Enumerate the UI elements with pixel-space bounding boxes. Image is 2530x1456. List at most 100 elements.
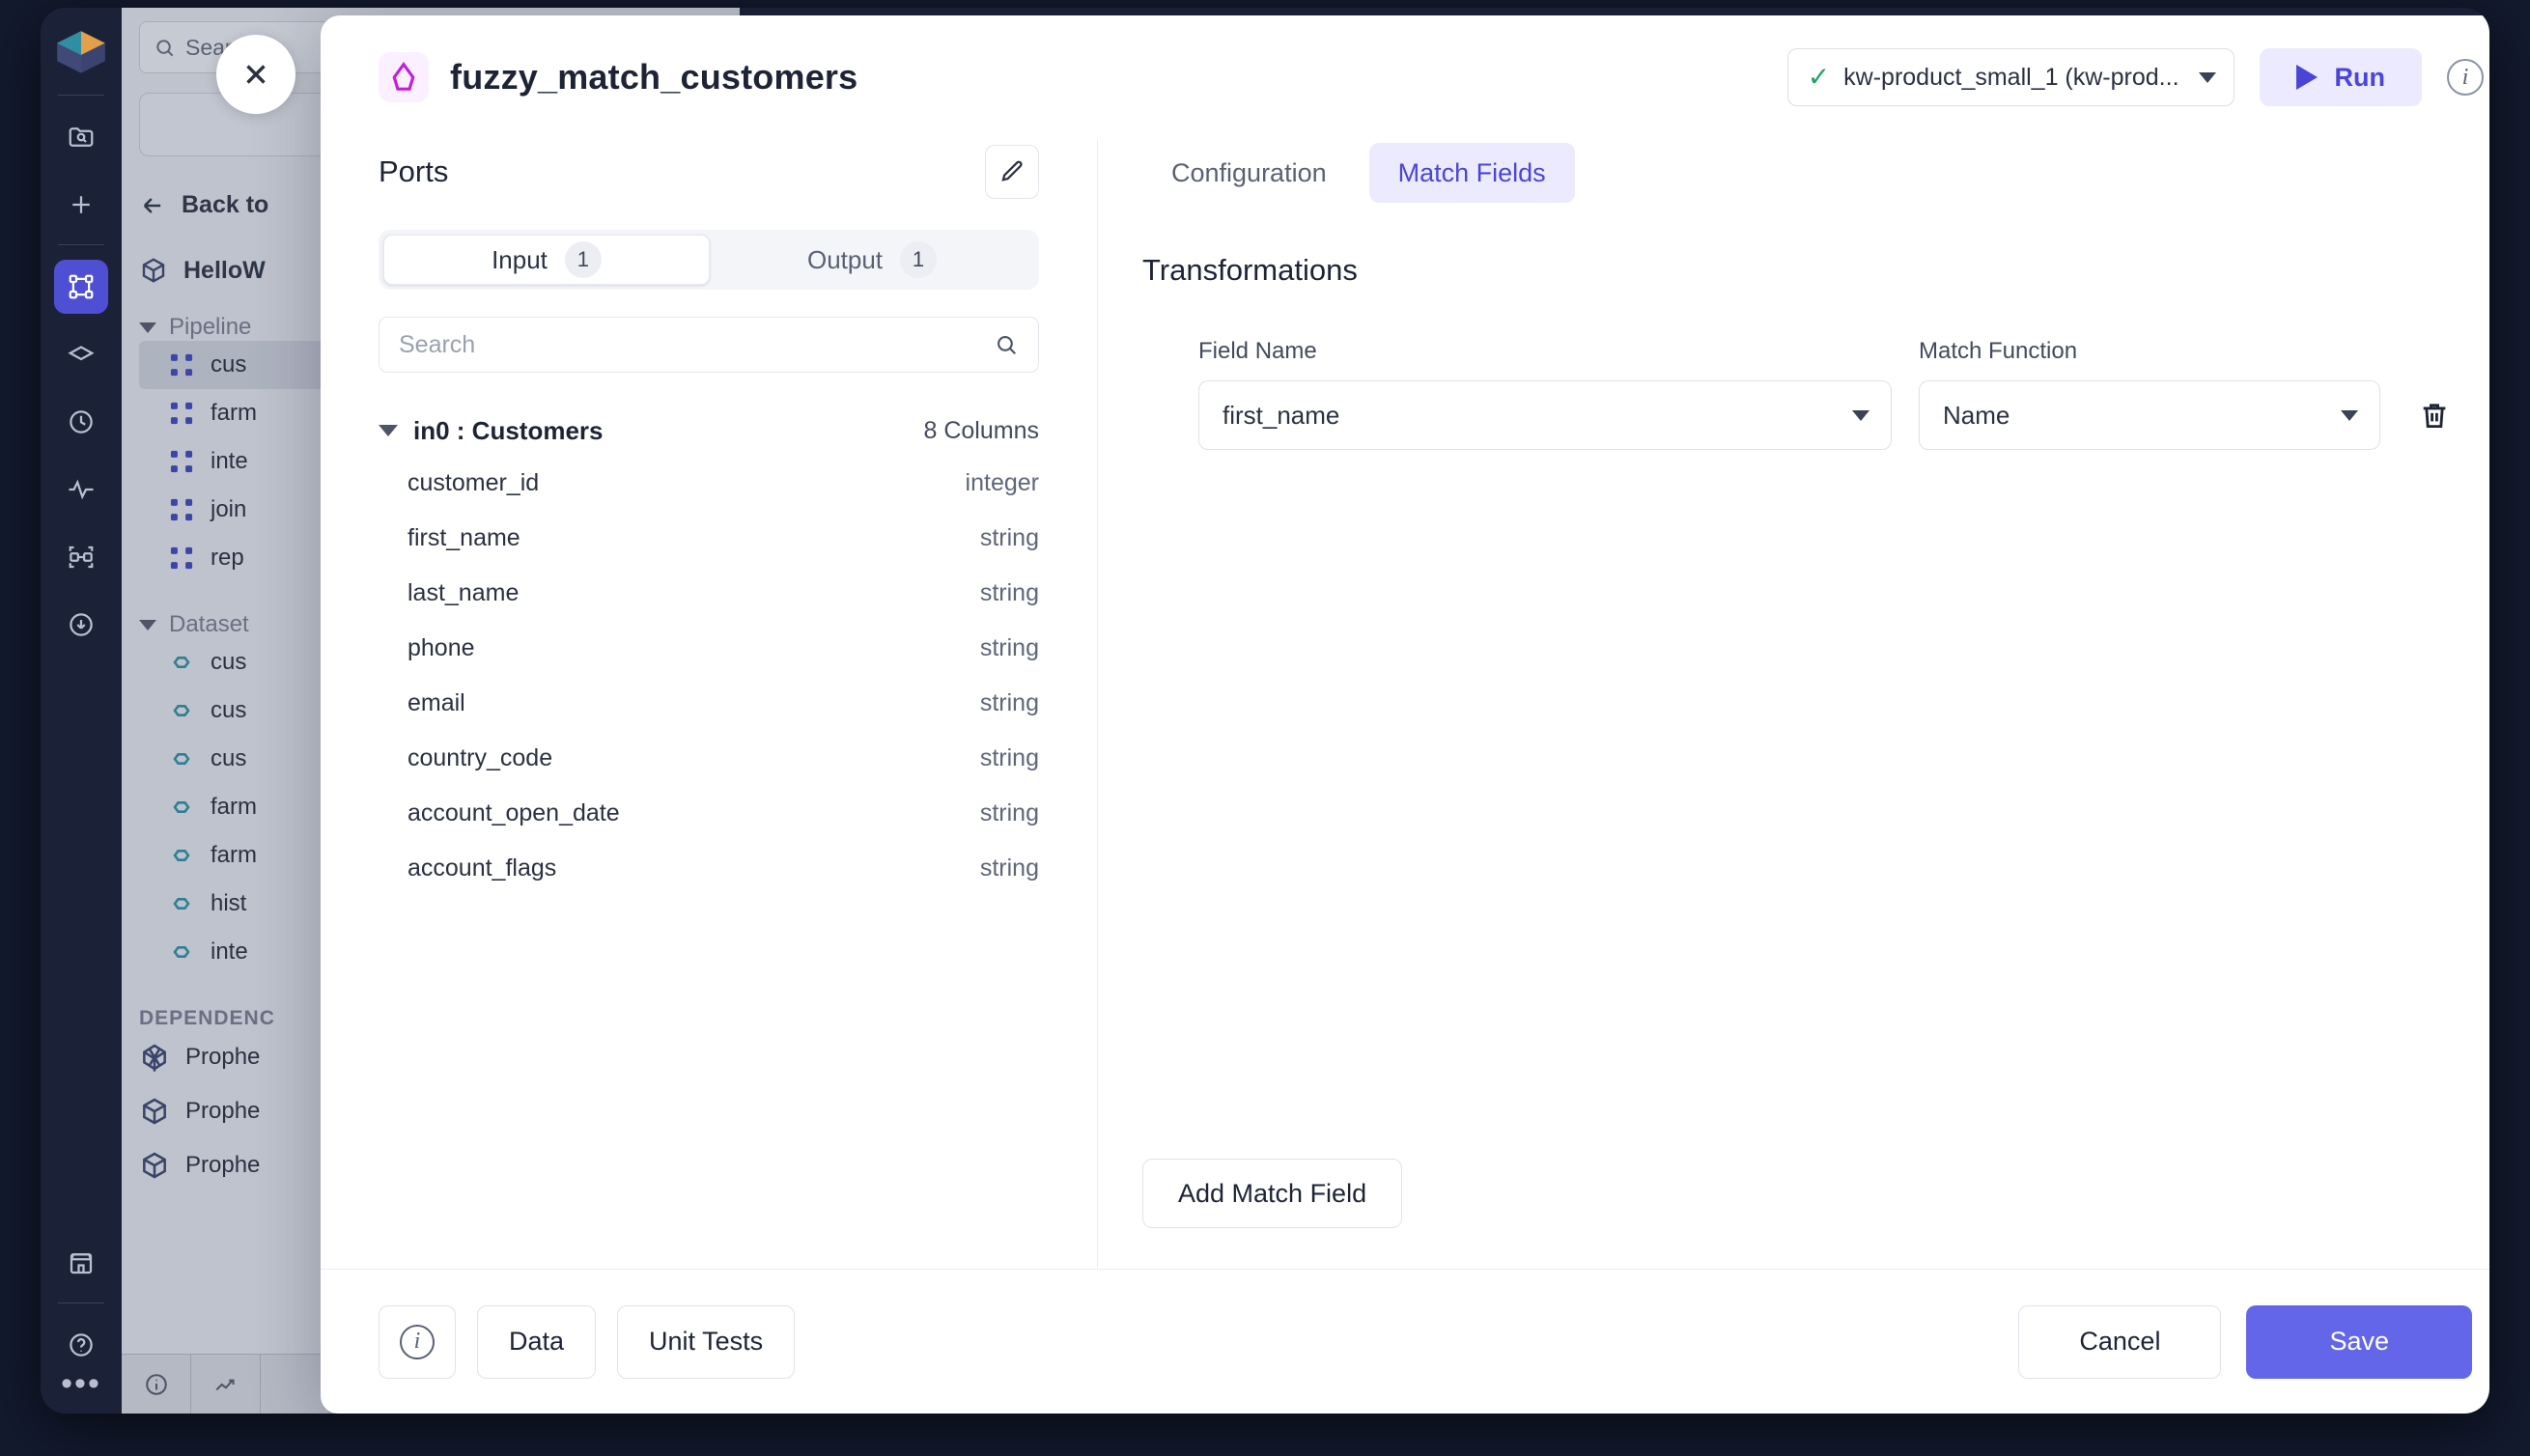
ports-pane: Ports Input 1 Output 1 Search in0: Cust… [321,139,1098,1269]
sidebar-item-download[interactable] [54,598,108,652]
check-icon: ✓ [1807,62,1831,92]
table-row[interactable]: customer_id integer [379,456,1039,511]
ports-search[interactable] [379,317,1039,373]
table-row[interactable]: first_name string [379,511,1039,566]
search-input[interactable] [399,330,984,359]
sidebar-item-pipelines[interactable] [54,260,108,314]
column-type: string [979,634,1039,661]
help-icon [70,1333,93,1357]
sidebar-item-monitoring[interactable] [54,462,108,517]
chevron-down-icon [2198,71,2216,83]
table-row[interactable]: country_code string [379,731,1039,786]
tab-match-fields[interactable]: Match Fields [1368,143,1575,203]
gem-config-modal: fuzzy_match_customers ✓ kw-product_small… [321,15,2489,1414]
dataset-icon [173,705,190,716]
save-button[interactable]: Save [2246,1304,2472,1379]
sidebar-item-marketplace[interactable] [54,1236,108,1290]
info-icon: i [400,1324,435,1359]
search-icon [156,39,174,56]
tab-input[interactable]: Input 1 [383,235,710,285]
gem-package-icon [143,1044,166,1072]
sidebar-item-lineage[interactable] [54,530,108,584]
sidebar-item-gems[interactable] [54,327,108,381]
column-type: string [979,524,1039,551]
schema-header[interactable]: in0 : Customers 8 Columns [379,406,1039,456]
column-type: string [979,689,1039,716]
tab-output-label: Output [806,244,884,274]
column-name: country_code [408,744,553,771]
tab-configuration[interactable]: Configuration [1142,143,1356,203]
dataset-icon [173,657,190,668]
fuzzy-match-node-icon [379,52,429,102]
sidebar-item-help[interactable] [54,1318,108,1372]
tab-input-label: Input [492,244,548,274]
download-icon [70,613,93,636]
pipeline-icon [170,546,193,570]
chevron-down-icon [139,322,156,333]
match-function-select[interactable]: Name [1919,380,2380,450]
gem-icon [68,346,95,361]
sidebar-item-history[interactable] [54,395,108,449]
pencil-icon [1001,160,1023,182]
cluster-selector[interactable]: ✓ kw-product_small_1 (kw-prod... [1786,48,2235,106]
table-row[interactable]: account_flags string [379,841,1039,896]
footer-primary-actions: Cancel Save [2018,1304,2472,1379]
field-name-select[interactable]: first_name [1198,380,1892,450]
status-trend-button[interactable] [191,1355,261,1414]
column-type: string [979,799,1039,826]
info-icon[interactable]: i [2447,59,2484,96]
transformations-title: Transformations [1142,253,1358,287]
prophecy-logo-icon [51,25,111,79]
ports-header: Ports [379,145,1039,199]
column-name: last_name [408,579,520,606]
trash-icon [2423,404,2446,429]
unit-tests-button[interactable]: Unit Tests [617,1304,796,1379]
data-button[interactable]: Data [477,1304,597,1379]
edit-ports-button[interactable] [985,145,1039,199]
trend-up-icon [215,1379,235,1390]
add-match-field-button[interactable]: Add Match Field [1142,1159,1403,1228]
arrow-left-icon [143,197,161,213]
match-field-headers: Field Name Match Function [1142,338,2462,365]
left-nav-rail: ••• [41,8,122,1414]
application-window: ••• Search Proje Back to HelloW Pipeline [0,0,2530,1456]
info-icon [145,1373,167,1395]
sidebar-item-search-folder[interactable] [54,110,108,164]
page-title: fuzzy_match_customers [450,57,858,97]
close-button[interactable] [216,35,295,114]
schema-column-count: 8 Columns [923,416,1040,444]
delete-match-field-button[interactable] [2407,388,2461,442]
modal-header: fuzzy_match_customers ✓ kw-product_small… [321,15,2489,139]
dataset-icon [173,753,190,765]
modal-body: Ports Input 1 Output 1 Search in0: Cust… [321,139,2489,1269]
activity-pulse-icon [69,479,94,500]
pipeline-icon [170,402,193,425]
rail-divider-3 [58,1302,104,1303]
chevron-down-icon [2341,409,2358,421]
column-type: string [979,744,1039,771]
io-tabs: Input 1 Output 1 [379,230,1039,290]
status-info-button[interactable] [122,1355,191,1414]
tab-output[interactable]: Output 1 [710,235,1034,285]
table-row[interactable]: last_name string [379,566,1039,621]
cancel-button[interactable]: Cancel [2018,1304,2222,1379]
cube-icon [143,1152,166,1179]
table-row[interactable]: account_open_date string [379,786,1039,841]
play-icon [2295,65,2318,90]
run-button[interactable]: Run [2259,48,2422,106]
footer-info-button[interactable]: i [379,1304,456,1379]
ports-title: Ports [379,154,449,188]
field-name-value: first_name [1223,400,1340,430]
column-name: phone [408,634,475,661]
table-row[interactable]: email string [379,676,1039,731]
column-name: account_flags [408,854,557,882]
match-function-value: Name [1943,400,2010,430]
search-icon [998,336,1016,354]
sidebar-item-add[interactable] [54,178,108,232]
pipeline-icon [170,353,193,377]
dataset-icon [173,801,190,813]
add-match-field-wrap: Add Match Field [1142,1159,2462,1269]
more-icon[interactable]: ••• [61,1367,101,1414]
rail-divider [58,95,104,96]
table-row[interactable]: phone string [379,621,1039,676]
